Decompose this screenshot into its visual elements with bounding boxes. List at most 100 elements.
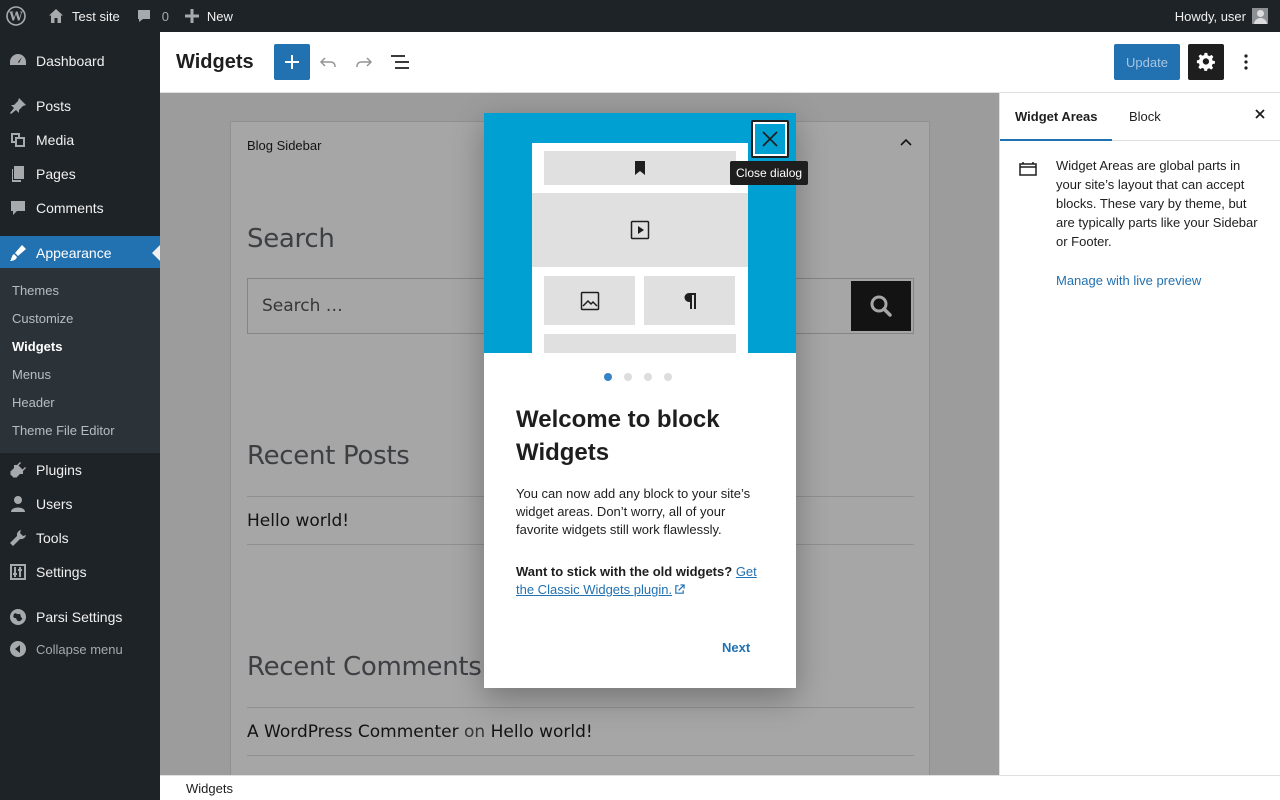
close-icon (762, 131, 778, 147)
external-link-icon (675, 584, 685, 594)
classic-note-question: Want to stick with the old widgets? (516, 564, 733, 579)
my-account[interactable]: Howdy, user (1175, 0, 1280, 32)
illustration-block (544, 276, 635, 325)
breadcrumb[interactable]: Widgets (186, 781, 233, 796)
submenu-item-themes[interactable]: Themes (12, 283, 59, 298)
menu-item-tools[interactable]: Tools (0, 521, 160, 555)
menu-label-collapse: Collapse menu (36, 641, 123, 657)
illustration-block (644, 276, 735, 325)
welcome-guide-dialog: Welcome to block Widgets You can now add… (484, 113, 796, 688)
close-dialog-button[interactable] (751, 120, 789, 158)
menu-item-parsi-settings[interactable]: Parsi Settings (0, 600, 160, 634)
plus-icon (184, 9, 199, 23)
wrench-icon (0, 528, 36, 548)
menu-label-tools: Tools (36, 530, 69, 546)
add-block-button[interactable] (274, 44, 310, 80)
illustration-block (544, 151, 736, 185)
menu-item-comments[interactable]: Comments (0, 191, 160, 225)
sidebar-tabs: Widget Areas Block (1000, 93, 1280, 141)
close-dialog-tooltip: Close dialog (730, 161, 809, 185)
illustration-block (532, 193, 748, 267)
admin-bar: W Test site 0 New Howdy, user (0, 0, 1280, 32)
pushpin-icon (0, 96, 36, 116)
settings-sliders-icon (0, 562, 36, 582)
options-button[interactable] (1228, 44, 1264, 80)
comments-count: 0 (161, 8, 169, 24)
page-dot[interactable] (644, 373, 652, 381)
close-sidebar-button[interactable] (1253, 107, 1267, 124)
submenu-item-theme-file-editor[interactable]: Theme File Editor (12, 423, 115, 438)
more-vertical-icon (1244, 54, 1248, 70)
menu-label-parsi-settings: Parsi Settings (36, 609, 123, 625)
bookmark-icon (635, 161, 645, 175)
illustration-panel (532, 143, 748, 353)
illustration-block (544, 334, 736, 353)
submenu-item-menus[interactable]: Menus (12, 367, 51, 382)
comments-icon (0, 198, 36, 218)
tab-widget-areas[interactable]: Widget Areas (1015, 109, 1097, 124)
menu-item-dashboard[interactable]: Dashboard (0, 44, 160, 78)
wp-logo-button[interactable]: W (0, 0, 34, 32)
comments-link[interactable]: 0 (128, 0, 177, 32)
image-icon (580, 291, 599, 310)
menu-item-appearance[interactable]: Appearance (0, 236, 160, 270)
dashboard-icon (0, 51, 36, 71)
list-view-icon (391, 55, 409, 69)
admin-menu: Dashboard Posts Media Pages Comments App… (0, 32, 160, 800)
page-title: Widgets (176, 51, 254, 73)
tab-block[interactable]: Block (1129, 109, 1161, 124)
collapse-menu-button[interactable]: Collapse menu (0, 632, 160, 666)
list-view-button[interactable] (382, 44, 418, 80)
dialog-text: You can now add any block to your site’s… (516, 486, 751, 537)
site-name: Test site (72, 8, 120, 24)
undo-button[interactable] (310, 44, 346, 80)
page-dot[interactable] (604, 373, 612, 381)
avatar (1252, 8, 1268, 24)
block-breadcrumb-bar: Widgets (160, 775, 1280, 800)
howdy-text: Howdy, user (1174, 8, 1246, 24)
page-dot[interactable] (664, 373, 672, 381)
gear-icon (1196, 52, 1215, 71)
dialog-classic-note: Want to stick with the old widgets? Get … (516, 563, 766, 599)
manage-live-preview-link[interactable]: Manage with live preview (1056, 273, 1201, 288)
menu-item-plugins[interactable]: Plugins (0, 453, 160, 487)
collapse-icon (0, 640, 36, 658)
guide-illustration (484, 113, 796, 353)
menu-item-settings[interactable]: Settings (0, 555, 160, 589)
menu-item-pages[interactable]: Pages (0, 157, 160, 191)
wordpress-icon: W (6, 6, 26, 26)
menu-label-posts: Posts (36, 98, 72, 114)
menu-label-settings: Settings (36, 564, 87, 580)
new-content-link[interactable]: New (177, 0, 241, 32)
close-icon (1255, 109, 1265, 119)
menu-item-media[interactable]: Media (0, 123, 160, 157)
update-button[interactable]: Update (1114, 44, 1180, 80)
menu-label-appearance: Appearance (36, 245, 112, 261)
editor-header: Widgets Update (160, 32, 1280, 93)
home-icon (49, 9, 63, 23)
menu-label-pages: Pages (36, 166, 76, 182)
undo-icon (319, 57, 336, 67)
next-button[interactable]: Next (722, 640, 750, 655)
menu-item-users[interactable]: Users (0, 487, 160, 521)
dialog-heading: Welcome to block Widgets (516, 406, 720, 466)
comment-icon (137, 10, 150, 22)
menu-label-dashboard: Dashboard (36, 53, 105, 69)
redo-icon (356, 57, 373, 67)
menu-label-comments: Comments (36, 200, 104, 216)
page-dot[interactable] (624, 373, 632, 381)
submenu-item-header[interactable]: Header (12, 395, 55, 410)
pages-icon (0, 164, 36, 184)
settings-button[interactable] (1188, 44, 1224, 80)
submenu-item-customize[interactable]: Customize (12, 311, 73, 326)
menu-item-posts[interactable]: Posts (0, 89, 160, 123)
globe-icon (0, 607, 36, 627)
video-icon (630, 220, 650, 240)
widget-area-icon (1018, 161, 1038, 180)
redo-button[interactable] (346, 44, 382, 80)
site-name-link[interactable]: Test site (40, 0, 128, 32)
paintbrush-icon (0, 243, 36, 263)
submenu-item-widgets[interactable]: Widgets (12, 339, 62, 354)
media-icon (0, 130, 36, 150)
plus-icon (285, 55, 299, 69)
